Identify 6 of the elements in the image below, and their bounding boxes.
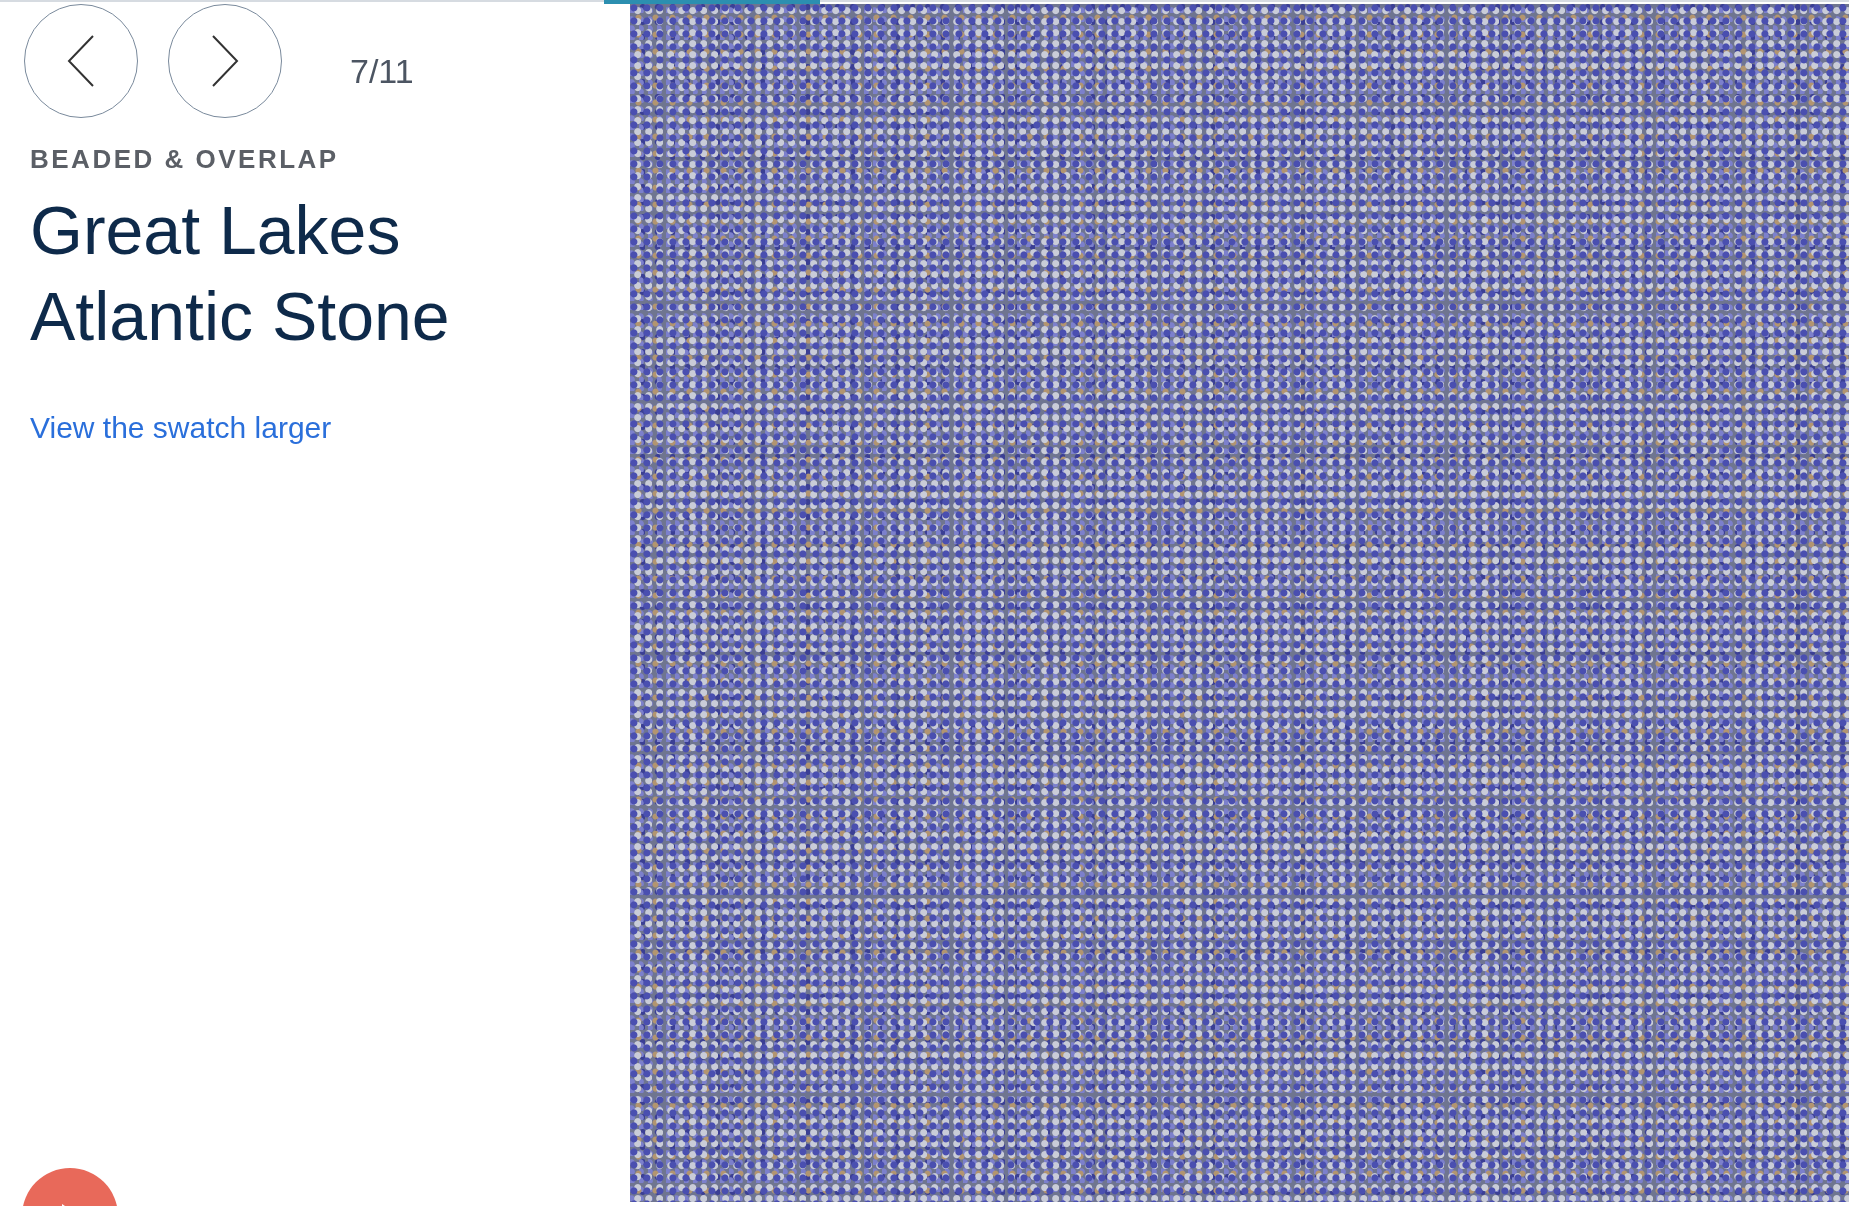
product-title: Great Lakes Atlantic Stone: [30, 191, 451, 356]
view-swatch-link[interactable]: View the swatch larger: [30, 411, 332, 445]
chevron-right-icon: [211, 35, 239, 87]
slide-counter: 7/11: [350, 51, 414, 91]
product-category: BEADED & OVERLAP: [30, 144, 340, 175]
chevron-left-icon: [67, 35, 95, 87]
